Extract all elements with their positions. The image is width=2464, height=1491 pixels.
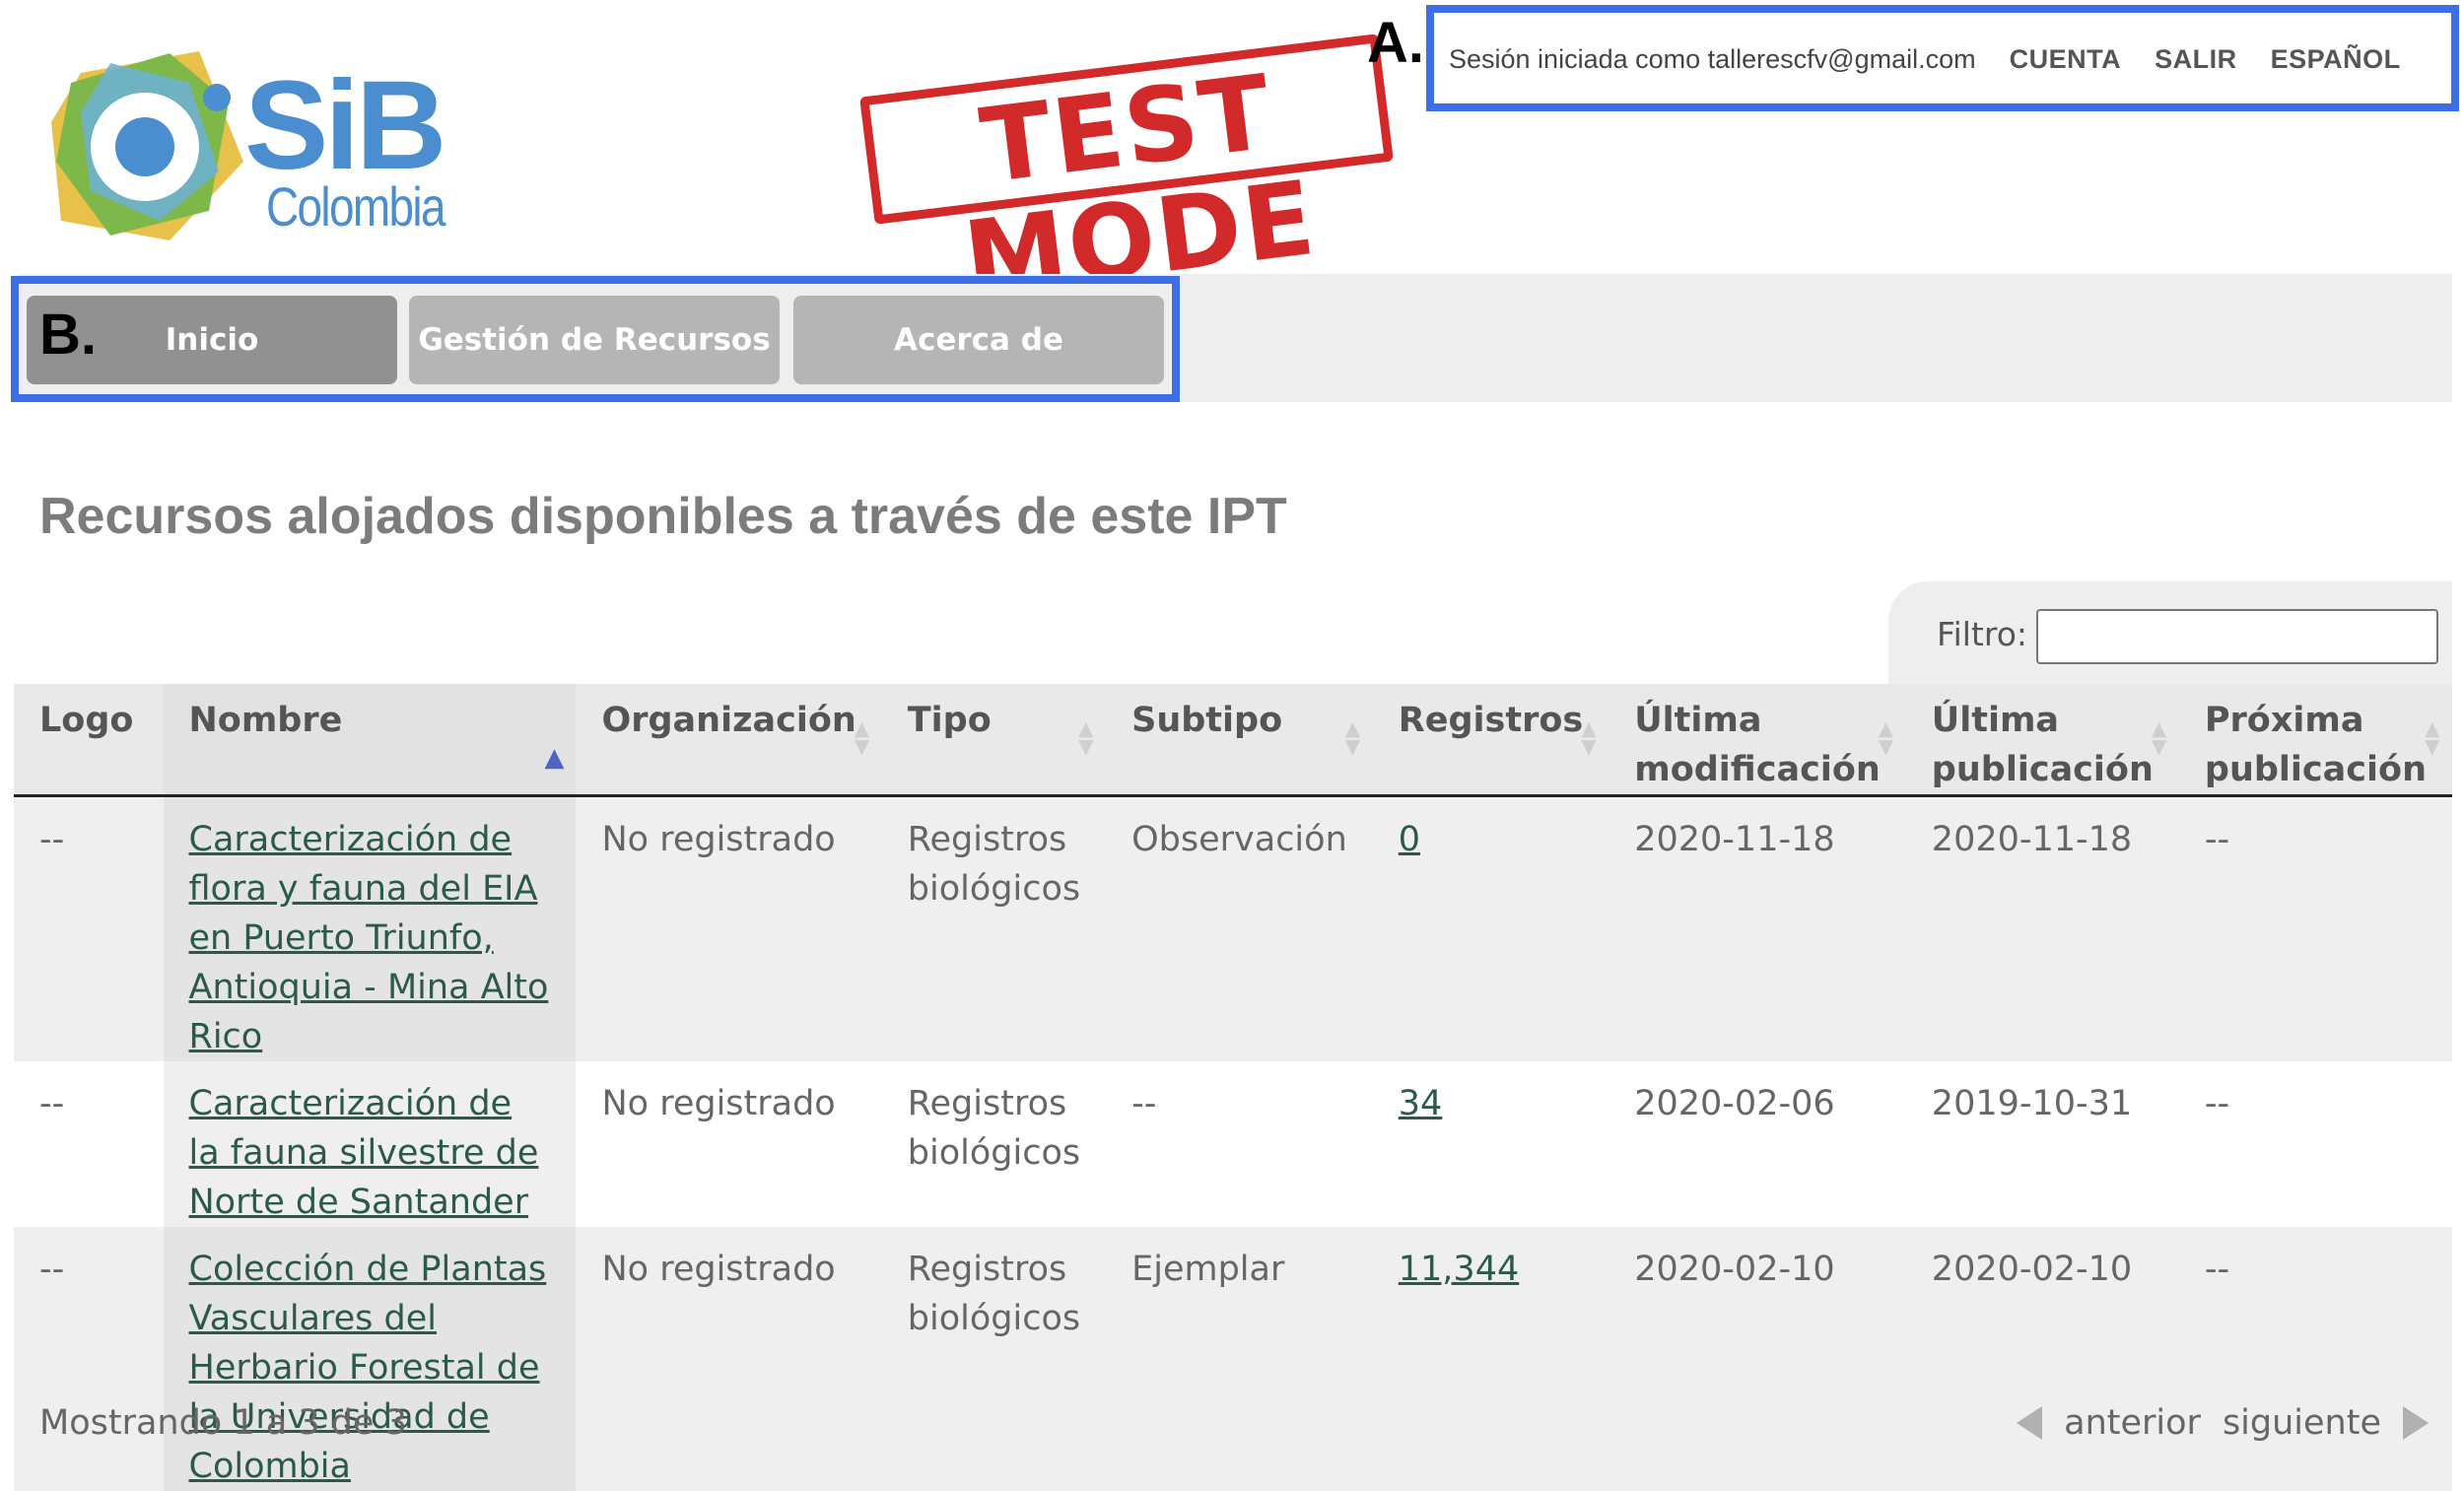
sort-ascending-icon: ▲ <box>544 743 565 773</box>
previous-arrow-icon[interactable] <box>2017 1406 2043 1440</box>
cell-ultima-modificacion: 2020-02-10 <box>1608 1227 1906 1491</box>
annotation-label-a: A. <box>1367 11 1424 75</box>
records-count-link[interactable]: 0 <box>1399 820 1420 859</box>
sort-both-icon: ▲ ▼ <box>2151 716 2167 758</box>
logo-subtext: Colombia <box>266 175 445 237</box>
cell-ultima-publicacion: 2020-11-18 <box>1905 795 2179 1061</box>
annotation-box-a <box>1426 5 2459 111</box>
next-page-link[interactable]: siguiente <box>2223 1403 2381 1443</box>
cell-logo: -- <box>14 1227 164 1491</box>
cell-proxima-publicacion: -- <box>2178 1061 2452 1227</box>
sort-both-icon: ▲ ▼ <box>854 716 870 758</box>
cell-logo: -- <box>14 1061 164 1227</box>
cell-ultima-modificacion: 2020-11-18 <box>1608 795 1906 1061</box>
records-count-link[interactable]: 11,344 <box>1399 1250 1519 1289</box>
cell-subtipo: Observación <box>1106 795 1373 1061</box>
column-header-tipo[interactable]: Tipo ▲ ▼ <box>881 684 1107 797</box>
previous-page-link[interactable]: anterior <box>2064 1403 2201 1443</box>
cell-organizacion: No registrado <box>576 1061 882 1227</box>
resource-link[interactable]: Colección de Plantas Vasculares del Herb… <box>189 1250 547 1486</box>
cell-organizacion: No registrado <box>576 795 882 1061</box>
logo-text: SiB <box>244 55 446 196</box>
resource-link[interactable]: Caracterización de flora y fauna del EIA… <box>189 820 549 1056</box>
cell-registros: 11,344 <box>1372 1227 1609 1491</box>
cell-ultima-modificacion: 2020-02-06 <box>1608 1061 1906 1227</box>
cell-organizacion: No registrado <box>576 1227 882 1491</box>
sort-both-icon: ▲ ▼ <box>1581 716 1597 758</box>
sib-colombia-logo[interactable]: SiB Colombia <box>51 43 446 250</box>
cell-nombre: Caracterización de flora y fauna del EIA… <box>163 795 577 1061</box>
annotation-label-b: B. <box>39 303 97 367</box>
test-mode-stamp: TEST MODE <box>859 34 1394 319</box>
table-header-row: Logo Nombre ▲ Organización ▲ ▼ Tipo ▲ ▼ Subti… <box>14 684 2452 797</box>
cell-logo: -- <box>14 795 164 1061</box>
cell-ultima-publicacion: 2020-02-10 <box>1905 1227 2179 1491</box>
annotation-box-b <box>11 276 1180 402</box>
sort-both-icon: ▲ ▼ <box>1878 716 1894 758</box>
cell-registros: 0 <box>1372 795 1609 1061</box>
column-header-subtipo[interactable]: Subtipo ▲ ▼ <box>1106 684 1373 797</box>
cell-nombre: Caracterización de la fauna silvestre de… <box>163 1061 577 1227</box>
cell-tipo: Registros biológicos <box>881 795 1107 1061</box>
resource-link[interactable]: Caracterización de la fauna silvestre de… <box>189 1084 539 1222</box>
cell-proxima-publicacion: -- <box>2178 795 2452 1061</box>
column-header-ultima-publicacion[interactable]: Última publicación ▲ ▼ <box>1905 684 2179 797</box>
pagination-info: Mostrando 1 a 3 de 3 <box>39 1403 407 1443</box>
pagination-controls: anterior siguiente <box>2017 1403 2429 1443</box>
sort-both-icon: ▲ ▼ <box>2425 716 2440 758</box>
column-header-logo[interactable]: Logo <box>14 684 164 797</box>
cell-registros: 34 <box>1372 1061 1609 1227</box>
cell-tipo: Registros biológicos <box>881 1227 1107 1491</box>
table-row: -- Caracterización de la fauna silvestre… <box>14 1061 2452 1227</box>
cell-ultima-publicacion: 2019-10-31 <box>1905 1061 2179 1227</box>
column-header-proxima-publicacion[interactable]: Próxima publicación ▲ ▼ <box>2178 684 2452 797</box>
sort-both-icon: ▲ ▼ <box>1344 716 1361 758</box>
column-header-nombre[interactable]: Nombre ▲ <box>163 684 577 797</box>
filter-label: Filtro: <box>1937 615 2028 653</box>
cell-subtipo: Ejemplar <box>1106 1227 1373 1491</box>
filter-input[interactable] <box>2036 609 2438 664</box>
cell-proxima-publicacion: -- <box>2178 1227 2452 1491</box>
cell-tipo: Registros biológicos <box>881 1061 1107 1227</box>
column-header-ultima-modificacion[interactable]: Última modificación ▲ ▼ <box>1608 684 1906 797</box>
column-header-registros[interactable]: Registros ▲ ▼ <box>1372 684 1609 797</box>
column-header-organizacion[interactable]: Organización ▲ ▼ <box>576 684 882 797</box>
next-arrow-icon[interactable] <box>2403 1406 2429 1440</box>
cell-nombre: Colección de Plantas Vasculares del Herb… <box>163 1227 577 1491</box>
records-count-link[interactable]: 34 <box>1399 1084 1443 1123</box>
cell-subtipo: -- <box>1106 1061 1373 1227</box>
page-title: Recursos alojados disponibles a través d… <box>39 488 1287 545</box>
sort-both-icon: ▲ ▼ <box>1078 716 1094 758</box>
table-row: -- Caracterización de flora y fauna del … <box>14 795 2452 1061</box>
table-row: -- Colección de Plantas Vasculares del H… <box>14 1227 2452 1491</box>
resources-table: Logo Nombre ▲ Organización ▲ ▼ Tipo ▲ ▼ Subti… <box>14 684 2452 1491</box>
logo-mark-icon <box>51 51 243 240</box>
